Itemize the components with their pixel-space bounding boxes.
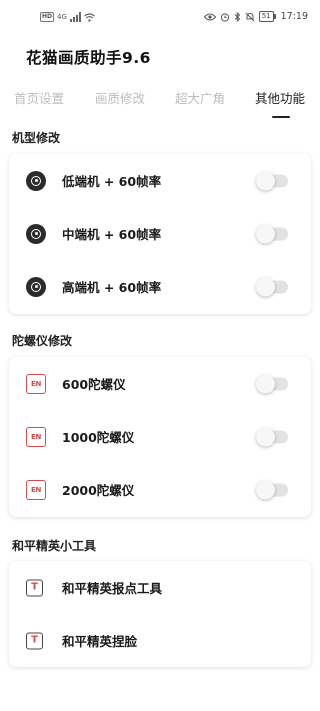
- card-tools: T 和平精英报点工具 T 和平精英捏脸: [9, 561, 311, 667]
- item-label: 和平精英捏脸: [62, 634, 138, 649]
- status-time: 17:19: [280, 11, 308, 22]
- toggle-knob: [256, 427, 275, 446]
- hd-badge: HD: [40, 12, 55, 22]
- list-item[interactable]: 中端机 + 60帧率: [9, 207, 311, 260]
- list-item[interactable]: EN 2000陀螺仪: [9, 463, 311, 516]
- item-label: 600陀螺仪: [62, 377, 126, 392]
- t-box-icon: T: [26, 632, 43, 649]
- tab-home-settings[interactable]: 首页设置: [14, 88, 64, 107]
- toggle-knob: [256, 171, 275, 190]
- en-icon: EN: [26, 373, 46, 394]
- status-bar: HD 4G 51 17:19: [0, 0, 320, 38]
- en-icon: EN: [26, 426, 46, 447]
- tab-bar: 首页设置 画质修改 超大广角 其他功能: [0, 88, 320, 124]
- toggle-switch[interactable]: [256, 480, 288, 499]
- toggle-knob: [256, 224, 275, 243]
- list-item[interactable]: EN 1000陀螺仪: [9, 410, 311, 463]
- disc-icon: [26, 223, 46, 244]
- t-box-icon: T: [26, 579, 43, 596]
- tab-quality-edit[interactable]: 画质修改: [95, 88, 145, 107]
- eye-icon: [203, 13, 216, 20]
- section-title-device: 机型修改: [12, 131, 61, 145]
- card-gyro: EN 600陀螺仪 EN 1000陀螺仪 EN 2000陀螺仪: [9, 357, 311, 517]
- list-item[interactable]: T 和平精英报点工具: [9, 561, 311, 614]
- app-title: 花猫画质助手9.6: [26, 49, 151, 67]
- tab-indicator: [272, 116, 290, 118]
- list-item[interactable]: 高端机 + 60帧率: [9, 260, 311, 313]
- network-type: 4G: [57, 13, 67, 21]
- disc-icon: [26, 276, 46, 297]
- en-icon: EN: [26, 479, 46, 500]
- item-label: 2000陀螺仪: [62, 483, 135, 498]
- toggle-switch[interactable]: [256, 277, 288, 296]
- toggle-knob: [256, 480, 275, 499]
- alarm-icon: [220, 12, 229, 22]
- toggle-switch[interactable]: [256, 224, 288, 243]
- section-title-gyro: 陀螺仪修改: [12, 334, 73, 348]
- tab-other-functions[interactable]: 其他功能: [255, 88, 305, 107]
- toggle-knob: [256, 277, 275, 296]
- section-title-tools: 和平精英小工具: [12, 539, 97, 553]
- wifi-icon: [84, 12, 95, 22]
- card-device: 低端机 + 60帧率 中端机 + 60帧率 高端机 + 60帧率: [9, 154, 311, 314]
- status-right: 51 17:19: [203, 11, 308, 22]
- list-item[interactable]: T 和平精英捏脸: [9, 614, 311, 667]
- toggle-switch[interactable]: [256, 171, 288, 190]
- toggle-switch[interactable]: [256, 427, 288, 446]
- disc-icon: [26, 170, 46, 191]
- list-item[interactable]: EN 600陀螺仪: [9, 357, 311, 410]
- list-item[interactable]: 低端机 + 60帧率: [9, 154, 311, 207]
- item-label: 低端机 + 60帧率: [62, 174, 162, 189]
- battery-icon: 51: [258, 11, 276, 22]
- signal-icon: [69, 12, 81, 22]
- mute-bell-icon: [245, 12, 255, 21]
- toggle-knob: [256, 374, 275, 393]
- item-label: 高端机 + 60帧率: [62, 280, 162, 295]
- tab-wide-angle[interactable]: 超大广角: [175, 88, 225, 107]
- item-label: 中端机 + 60帧率: [62, 227, 162, 242]
- item-label: 和平精英报点工具: [62, 581, 163, 596]
- item-label: 1000陀螺仪: [62, 430, 135, 445]
- status-left: HD 4G: [40, 12, 95, 22]
- toggle-switch[interactable]: [256, 374, 288, 393]
- bluetooth-icon: [234, 11, 240, 22]
